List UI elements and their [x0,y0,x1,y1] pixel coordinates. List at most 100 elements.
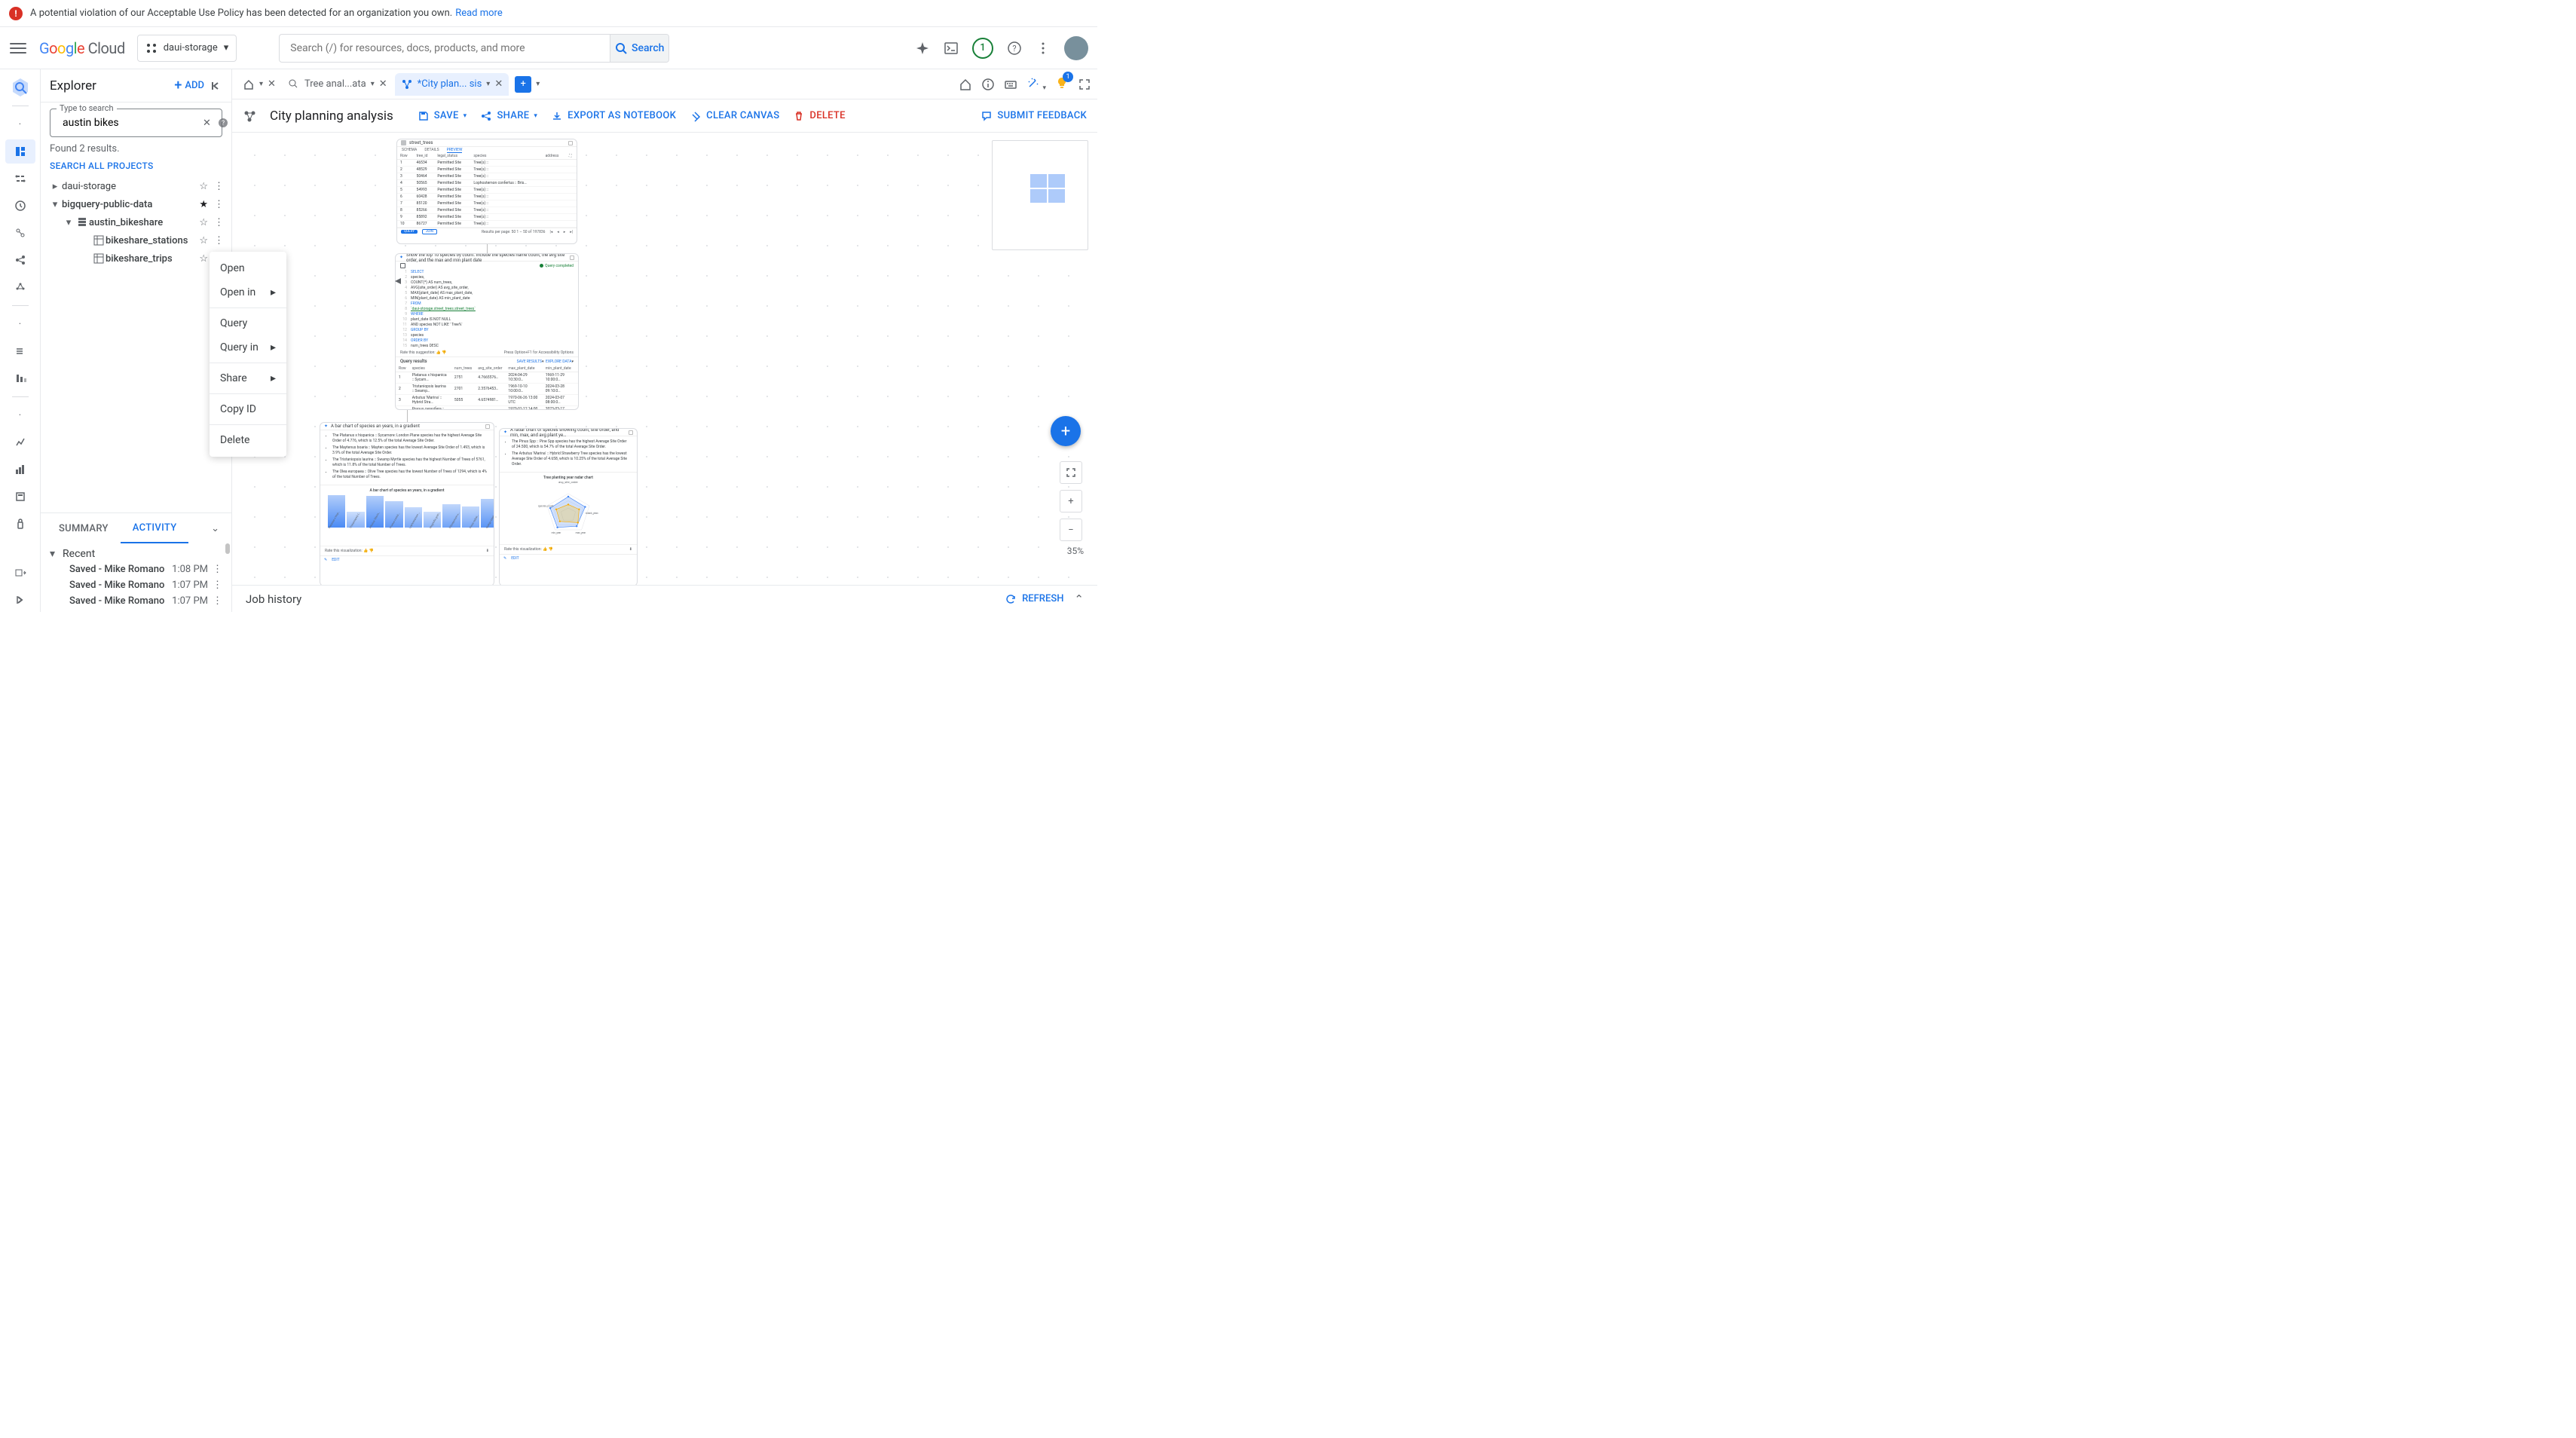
expand-arrow-icon[interactable]: ▸ [48,181,62,192]
star-icon[interactable]: ☆ [196,217,211,228]
info-icon[interactable] [981,78,995,91]
rail-item-capacity[interactable] [5,430,35,454]
clear-canvas-button[interactable]: CLEAR CANVAS [690,110,779,122]
tree-item-daui-storage[interactable]: ▸daui-storage☆⋮ [41,177,231,195]
new-tab-button[interactable]: + [515,76,531,93]
lightbulb-button[interactable]: 1 [1055,76,1069,93]
rail-item-sharing[interactable] [5,248,35,272]
new-tab-dropdown-icon[interactable]: ▾ [533,80,543,88]
magic-wand-icon[interactable] [1026,76,1040,90]
menu-item-open[interactable]: Open [210,256,286,280]
tree-item-austin_bikeshare[interactable]: ▾austin_bikeshare☆⋮ [41,213,231,231]
node-sql-cell[interactable]: ✦ Show the top 10 species by count. Incl… [395,253,579,410]
expand-node-icon[interactable] [570,255,574,260]
notifications-badge[interactable]: 1 [972,38,993,59]
rail-item-ml[interactable] [5,275,35,299]
menu-item-open-in[interactable]: Open in▸ [210,280,286,304]
gemini-icon[interactable] [915,41,930,56]
last-page-icon[interactable]: ▸| [570,230,573,234]
activity-row[interactable]: Saved - Mike Romano1:08 PM⋮ [41,561,231,577]
share-button[interactable]: SHARE▾ [480,110,537,122]
expand-node-icon[interactable] [629,430,633,435]
more-actions-icon[interactable]: ⋮ [211,181,227,192]
more-icon[interactable]: ⋮ [213,564,222,575]
save-results-button[interactable]: SAVE RESULTS [517,360,542,364]
scrollbar-thumb[interactable] [225,543,230,554]
explorer-search-field[interactable]: Type to search ✕ ? [50,109,222,137]
rail-item-migration[interactable] [5,561,35,585]
help-icon[interactable]: ? [1007,41,1022,56]
fullscreen-icon[interactable] [1078,78,1091,91]
more-actions-icon[interactable]: ⋮ [211,217,227,228]
expand-panel-icon[interactable]: ⌄ [211,523,219,534]
menu-item-query[interactable]: Query [210,311,286,335]
keyboard-icon[interactable] [1004,78,1017,91]
minimap[interactable] [992,140,1088,250]
more-icon[interactable]: ⋮ [213,595,222,607]
rail-item-governance[interactable] [5,485,35,509]
tab-home[interactable]: ▾ ✕ [238,73,280,96]
search-button[interactable]: Search [610,35,668,62]
menu-item-share[interactable]: Share▸ [210,366,286,390]
search-all-projects-link[interactable]: SEARCH ALL PROJECTS [41,158,231,177]
expand-arrow-icon[interactable]: ▾ [48,199,62,210]
rail-item-scheduled[interactable] [5,194,35,218]
rail-item-bi[interactable] [5,457,35,482]
activity-row[interactable]: Saved - Mike Romano1:07 PM⋮ [41,577,231,593]
rail-item-admin[interactable] [5,512,35,536]
close-tab-icon[interactable]: ✕ [268,78,276,90]
rail-item-pipelines[interactable] [5,167,35,191]
prev-page-icon[interactable]: ◂ [557,230,559,234]
collapse-recent-icon[interactable]: ▾ [50,548,55,560]
google-cloud-logo[interactable]: Google Cloud [39,39,125,57]
join-chip[interactable]: JOIN [422,229,437,234]
chevron-down-icon[interactable]: ▾ [259,80,263,88]
tree-item-bigquery-public-data[interactable]: ▾bigquery-public-data★⋮ [41,195,231,213]
add-node-fab[interactable]: + [1051,416,1081,446]
warning-read-more-link[interactable]: Read more [455,8,503,19]
more-icon[interactable] [1036,41,1051,56]
tree-item-bikeshare_trips[interactable]: bikeshare_trips☆⋮ [41,249,231,268]
clear-search-icon[interactable]: ✕ [200,118,214,129]
zoom-in-button[interactable]: + [1060,490,1082,512]
tree-item-bikeshare_stations[interactable]: bikeshare_stations☆⋮ [41,231,231,249]
chevron-down-icon[interactable]: ▾ [371,80,375,88]
expand-node-icon[interactable] [485,424,490,429]
user-avatar[interactable] [1064,36,1088,60]
download-chart-icon[interactable]: ⬇ [486,549,489,553]
star-icon[interactable]: ☆ [196,181,211,192]
save-button[interactable]: SAVE▾ [418,110,467,122]
close-tab-icon[interactable]: ✕ [379,78,387,90]
search-input[interactable] [280,42,610,54]
project-selector[interactable]: daui-storage ▾ [137,35,237,62]
download-chart-icon[interactable]: ⬇ [629,547,632,552]
chevron-down-icon[interactable]: ▾ [486,80,490,88]
tab-activity[interactable]: ACTIVITY [121,513,189,543]
edit-chart-button[interactable]: EDIT [332,558,339,562]
expand-arrow-icon[interactable]: ▾ [62,217,75,228]
delete-button[interactable]: DELETE [793,110,845,122]
node-radar-chart[interactable]: ✦ A radar chart of species showing count… [499,428,638,585]
close-tab-icon[interactable]: ✕ [494,78,503,90]
submit-feedback-button[interactable]: SUBMIT FEEDBACK [981,110,1087,122]
expand-job-history-icon[interactable]: ⌃ [1074,592,1084,606]
chevron-down-icon[interactable]: ▾ [1042,84,1046,92]
rail-item-transfers[interactable] [5,339,35,363]
rail-item-welcome[interactable]: · [5,112,35,136]
more-actions-icon[interactable]: ⋮ [211,235,227,246]
search-help-icon[interactable]: ? [214,117,232,129]
rail-item-monitoring[interactable]: · [5,403,35,427]
fit-screen-button[interactable] [1060,461,1082,484]
tab-summary[interactable]: SUMMARY [47,513,121,543]
rail-item-engine[interactable] [5,366,35,390]
rail-item-studio[interactable] [5,139,35,164]
run-cell-icon[interactable] [400,263,405,268]
zoom-out-button[interactable]: − [1060,519,1082,541]
node-table-preview[interactable]: street_trees SCHEMA DETAILS PREVIEW Rowt… [396,139,577,244]
rail-item-analytics[interactable] [5,221,35,245]
home-shortcut-icon[interactable] [959,78,972,91]
collapse-explorer-icon[interactable] [210,80,222,92]
menu-item-copy-id[interactable]: Copy ID [210,397,286,421]
rail-expand-icon[interactable] [5,588,35,612]
rail-item-partner[interactable]: · [5,312,35,336]
